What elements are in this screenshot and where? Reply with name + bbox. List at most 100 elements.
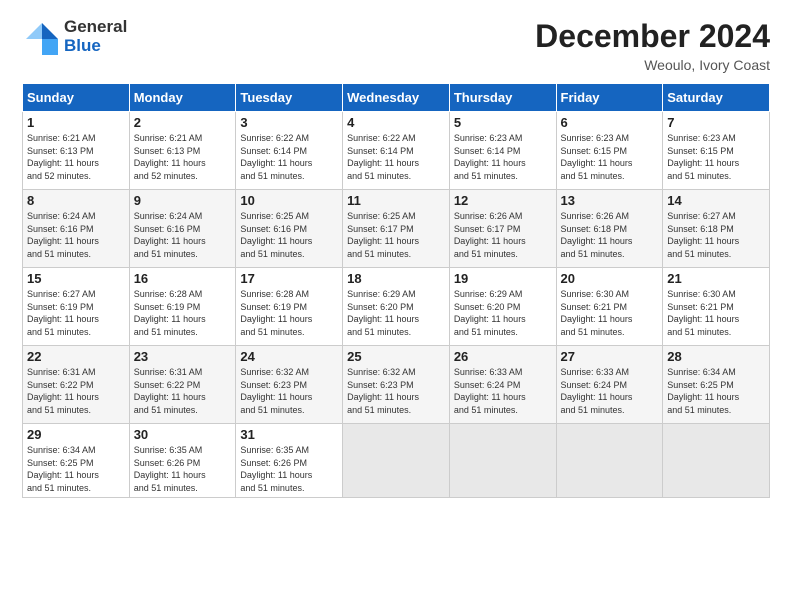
day-info: Sunrise: 6:21 AM Sunset: 6:13 PM Dayligh… bbox=[134, 132, 232, 182]
col-sunday: Sunday bbox=[23, 84, 130, 112]
subtitle: Weoulo, Ivory Coast bbox=[535, 57, 770, 73]
table-row: 21Sunrise: 6:30 AM Sunset: 6:21 PM Dayli… bbox=[663, 268, 770, 346]
day-number: 25 bbox=[347, 349, 445, 364]
day-info: Sunrise: 6:28 AM Sunset: 6:19 PM Dayligh… bbox=[134, 288, 232, 338]
day-number: 14 bbox=[667, 193, 765, 208]
table-row: 28 Sunrise: 6:34 AM Sunset: 6:25 PM Dayli… bbox=[663, 346, 770, 424]
table-row: 12 Sunrise: 6:26 AM Sunset: 6:17 PM Dayli… bbox=[449, 190, 556, 268]
table-row: 11 Sunrise: 6:25 AM Sunset: 6:17 PM Dayli… bbox=[343, 190, 450, 268]
day-info: Sunrise: 6:31 AM Sunset: 6:22 PM Dayligh… bbox=[134, 366, 232, 416]
table-row: 22 Sunrise: 6:31 AM Sunset: 6:22 PM Dayli… bbox=[23, 346, 130, 424]
logo-blue-text: Blue bbox=[64, 37, 127, 56]
day-number: 10 bbox=[240, 193, 338, 208]
day-info: Sunrise: 6:21 AM Sunset: 6:13 PM Dayligh… bbox=[27, 132, 125, 182]
page: General Blue December 2024 Weoulo, Ivory… bbox=[0, 0, 792, 612]
day-number: 27 bbox=[561, 349, 659, 364]
table-row: 20 Sunrise: 6:30 AM Sunset: 6:21 PM Dayli… bbox=[556, 268, 663, 346]
day-number: 18 bbox=[347, 271, 445, 286]
day-number: 8 bbox=[27, 193, 125, 208]
table-row: 19 Sunrise: 6:29 AM Sunset: 6:20 PM Dayli… bbox=[449, 268, 556, 346]
day-info: Sunrise: 6:29 AM Sunset: 6:20 PM Dayligh… bbox=[347, 288, 445, 338]
table-row: 13 Sunrise: 6:26 AM Sunset: 6:18 PM Dayli… bbox=[556, 190, 663, 268]
day-info: Sunrise: 6:32 AM Sunset: 6:23 PM Dayligh… bbox=[240, 366, 338, 416]
day-number: 4 bbox=[347, 115, 445, 130]
table-row: 5Sunrise: 6:23 AM Sunset: 6:14 PM Daylig… bbox=[449, 112, 556, 190]
day-number: 3 bbox=[240, 115, 338, 130]
day-number: 17 bbox=[240, 271, 338, 286]
table-row: 14 Sunrise: 6:27 AM Sunset: 6:18 PM Dayli… bbox=[663, 190, 770, 268]
table-row bbox=[449, 424, 556, 498]
day-number: 16 bbox=[134, 271, 232, 286]
table-row bbox=[343, 424, 450, 498]
day-number: 28 bbox=[667, 349, 765, 364]
table-row: 2 Sunrise: 6:21 AM Sunset: 6:13 PM Daylig… bbox=[129, 112, 236, 190]
table-row: 25 Sunrise: 6:32 AM Sunset: 6:23 PM Dayli… bbox=[343, 346, 450, 424]
col-thursday: Thursday bbox=[449, 84, 556, 112]
day-info: Sunrise: 6:35 AM Sunset: 6:26 PM Dayligh… bbox=[240, 444, 338, 494]
day-info: Sunrise: 6:25 AM Sunset: 6:16 PM Dayligh… bbox=[240, 210, 338, 260]
day-info: Sunrise: 6:23 AM Sunset: 6:15 PM Dayligh… bbox=[561, 132, 659, 182]
day-info: Sunrise: 6:33 AM Sunset: 6:24 PM Dayligh… bbox=[561, 366, 659, 416]
day-info: Sunrise: 6:27 AM Sunset: 6:18 PM Dayligh… bbox=[667, 210, 765, 260]
day-info: Sunrise: 6:29 AM Sunset: 6:20 PM Dayligh… bbox=[454, 288, 552, 338]
day-number: 15 bbox=[27, 271, 125, 286]
day-number: 24 bbox=[240, 349, 338, 364]
day-info: Sunrise: 6:31 AM Sunset: 6:22 PM Dayligh… bbox=[27, 366, 125, 416]
table-row: 23Sunrise: 6:31 AM Sunset: 6:22 PM Dayli… bbox=[129, 346, 236, 424]
day-info: Sunrise: 6:30 AM Sunset: 6:21 PM Dayligh… bbox=[561, 288, 659, 338]
day-number: 31 bbox=[240, 427, 338, 442]
table-row bbox=[556, 424, 663, 498]
header: General Blue December 2024 Weoulo, Ivory… bbox=[22, 18, 770, 73]
table-row: 16 Sunrise: 6:28 AM Sunset: 6:19 PM Dayli… bbox=[129, 268, 236, 346]
day-number: 5 bbox=[454, 115, 552, 130]
table-row: 31 Sunrise: 6:35 AM Sunset: 6:26 PM Dayli… bbox=[236, 424, 343, 498]
day-number: 22 bbox=[27, 349, 125, 364]
day-info: Sunrise: 6:26 AM Sunset: 6:18 PM Dayligh… bbox=[561, 210, 659, 260]
table-row: 7 Sunrise: 6:23 AM Sunset: 6:15 PM Daylig… bbox=[663, 112, 770, 190]
table-row: 27 Sunrise: 6:33 AM Sunset: 6:24 PM Dayli… bbox=[556, 346, 663, 424]
table-row: 4Sunrise: 6:22 AM Sunset: 6:14 PM Daylig… bbox=[343, 112, 450, 190]
day-number: 13 bbox=[561, 193, 659, 208]
day-info: Sunrise: 6:34 AM Sunset: 6:25 PM Dayligh… bbox=[27, 444, 125, 494]
calendar-table: Sunday Monday Tuesday Wednesday Thursday… bbox=[22, 83, 770, 498]
col-friday: Friday bbox=[556, 84, 663, 112]
table-row: 15Sunrise: 6:27 AM Sunset: 6:19 PM Dayli… bbox=[23, 268, 130, 346]
day-number: 7 bbox=[667, 115, 765, 130]
day-number: 11 bbox=[347, 193, 445, 208]
table-row: 24 Sunrise: 6:32 AM Sunset: 6:23 PM Dayli… bbox=[236, 346, 343, 424]
day-info: Sunrise: 6:24 AM Sunset: 6:16 PM Dayligh… bbox=[134, 210, 232, 260]
table-row: 30Sunrise: 6:35 AM Sunset: 6:26 PM Dayli… bbox=[129, 424, 236, 498]
table-row: 9Sunrise: 6:24 AM Sunset: 6:16 PM Daylig… bbox=[129, 190, 236, 268]
table-row: 18 Sunrise: 6:29 AM Sunset: 6:20 PM Dayli… bbox=[343, 268, 450, 346]
table-row: 8 Sunrise: 6:24 AM Sunset: 6:16 PM Daylig… bbox=[23, 190, 130, 268]
day-number: 6 bbox=[561, 115, 659, 130]
table-row: 29 Sunrise: 6:34 AM Sunset: 6:25 PM Dayli… bbox=[23, 424, 130, 498]
day-info: Sunrise: 6:32 AM Sunset: 6:23 PM Dayligh… bbox=[347, 366, 445, 416]
day-info: Sunrise: 6:33 AM Sunset: 6:24 PM Dayligh… bbox=[454, 366, 552, 416]
day-info: Sunrise: 6:23 AM Sunset: 6:15 PM Dayligh… bbox=[667, 132, 765, 182]
col-saturday: Saturday bbox=[663, 84, 770, 112]
day-info: Sunrise: 6:34 AM Sunset: 6:25 PM Dayligh… bbox=[667, 366, 765, 416]
col-monday: Monday bbox=[129, 84, 236, 112]
day-number: 12 bbox=[454, 193, 552, 208]
day-info: Sunrise: 6:24 AM Sunset: 6:16 PM Dayligh… bbox=[27, 210, 125, 260]
day-number: 20 bbox=[561, 271, 659, 286]
table-row: 17Sunrise: 6:28 AM Sunset: 6:19 PM Dayli… bbox=[236, 268, 343, 346]
logo-text: General Blue bbox=[64, 18, 127, 55]
day-number: 26 bbox=[454, 349, 552, 364]
day-info: Sunrise: 6:25 AM Sunset: 6:17 PM Dayligh… bbox=[347, 210, 445, 260]
day-number: 19 bbox=[454, 271, 552, 286]
logo-icon bbox=[22, 19, 58, 55]
day-number: 29 bbox=[27, 427, 125, 442]
day-info: Sunrise: 6:35 AM Sunset: 6:26 PM Dayligh… bbox=[134, 444, 232, 494]
day-number: 1 bbox=[27, 115, 125, 130]
title-section: December 2024 Weoulo, Ivory Coast bbox=[535, 18, 770, 73]
table-row: 26 Sunrise: 6:33 AM Sunset: 6:24 PM Dayli… bbox=[449, 346, 556, 424]
day-info: Sunrise: 6:30 AM Sunset: 6:21 PM Dayligh… bbox=[667, 288, 765, 338]
table-row: 10 Sunrise: 6:25 AM Sunset: 6:16 PM Dayli… bbox=[236, 190, 343, 268]
day-number: 2 bbox=[134, 115, 232, 130]
table-row: 3Sunrise: 6:22 AM Sunset: 6:14 PM Daylig… bbox=[236, 112, 343, 190]
day-info: Sunrise: 6:26 AM Sunset: 6:17 PM Dayligh… bbox=[454, 210, 552, 260]
table-row bbox=[663, 424, 770, 498]
calendar-header-row: Sunday Monday Tuesday Wednesday Thursday… bbox=[23, 84, 770, 112]
